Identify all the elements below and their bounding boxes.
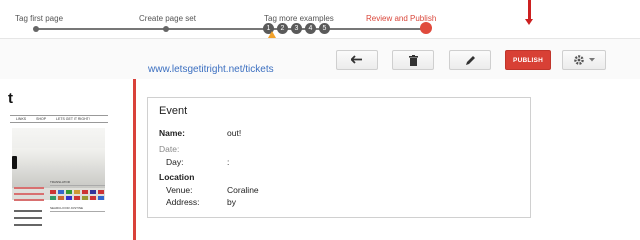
example-badge-5[interactable]: 5 [319, 23, 330, 34]
undo-button[interactable] [336, 50, 378, 70]
publish-button[interactable]: PUBLISH [505, 50, 551, 70]
page-url-link[interactable]: www.letsgetitright.net/tickets [148, 64, 274, 75]
thumbnail-body-text [14, 210, 42, 231]
date-label: Date: [159, 144, 180, 154]
thumbnail-title: t [8, 90, 13, 107]
warning-icon [268, 31, 276, 38]
selection-indicator-bar [133, 79, 136, 240]
thumbnail-links [14, 187, 44, 205]
thumbnail-sidebar-heading: SEARCH FOR JUSTINE [50, 206, 105, 212]
event-card-title: Event [159, 105, 188, 117]
thumbnail-nav-item: SHOP [36, 117, 47, 121]
progress-track [36, 28, 428, 30]
undo-arrow-icon [351, 55, 363, 65]
location-label: Location [159, 172, 195, 182]
thumbnail-nav-item: LINKS [16, 117, 27, 121]
step-create-page-set[interactable]: Create page set [139, 14, 196, 23]
address-label: Address: [166, 197, 200, 207]
step-dot-2[interactable] [163, 25, 169, 32]
name-label: Name: [159, 128, 185, 138]
event-card: Event Name: out! Date: Day: : Location V… [147, 97, 531, 218]
step-dot-current[interactable] [420, 22, 432, 34]
thumbnail-sidebar-heading: TRANSLATOR [50, 180, 105, 186]
thumbnail-nav: LINKS SHOP LETS GET IT RIGHT! [10, 115, 108, 123]
example-badge-3[interactable]: 3 [291, 23, 302, 34]
day-label: Day: [166, 157, 184, 167]
delete-button[interactable] [392, 50, 434, 70]
chevron-down-icon [589, 58, 595, 62]
pointer-arrow-head-icon [524, 19, 533, 25]
thumbnail-sidebar: TRANSLATOR SEARCH FOR JUSTINE [50, 180, 105, 212]
thumbnail-flags [50, 190, 105, 200]
venue-value[interactable]: Coraline [227, 185, 259, 195]
gear-icon [573, 54, 585, 66]
wizard-progress: Tag first page Create page set Tag more … [0, 0, 640, 40]
trash-icon [408, 54, 418, 66]
pencil-icon [465, 55, 476, 66]
step-tag-first-page[interactable]: Tag first page [15, 14, 63, 23]
step-tag-more-examples[interactable]: Tag more examples [264, 14, 334, 23]
example-badge-4[interactable]: 4 [305, 23, 316, 34]
name-value[interactable]: out! [227, 128, 241, 138]
venue-label: Venue: [166, 185, 193, 195]
example-badge-2[interactable]: 2 [277, 23, 288, 34]
settings-dropdown-button[interactable] [562, 50, 606, 70]
step-dot-1[interactable] [33, 25, 39, 32]
thumbnail-object [12, 156, 17, 169]
day-value[interactable]: : [227, 157, 229, 167]
address-value[interactable]: by [227, 197, 236, 207]
thumbnail-nav-item: LETS GET IT RIGHT! [56, 117, 90, 121]
edit-button[interactable] [449, 50, 491, 70]
